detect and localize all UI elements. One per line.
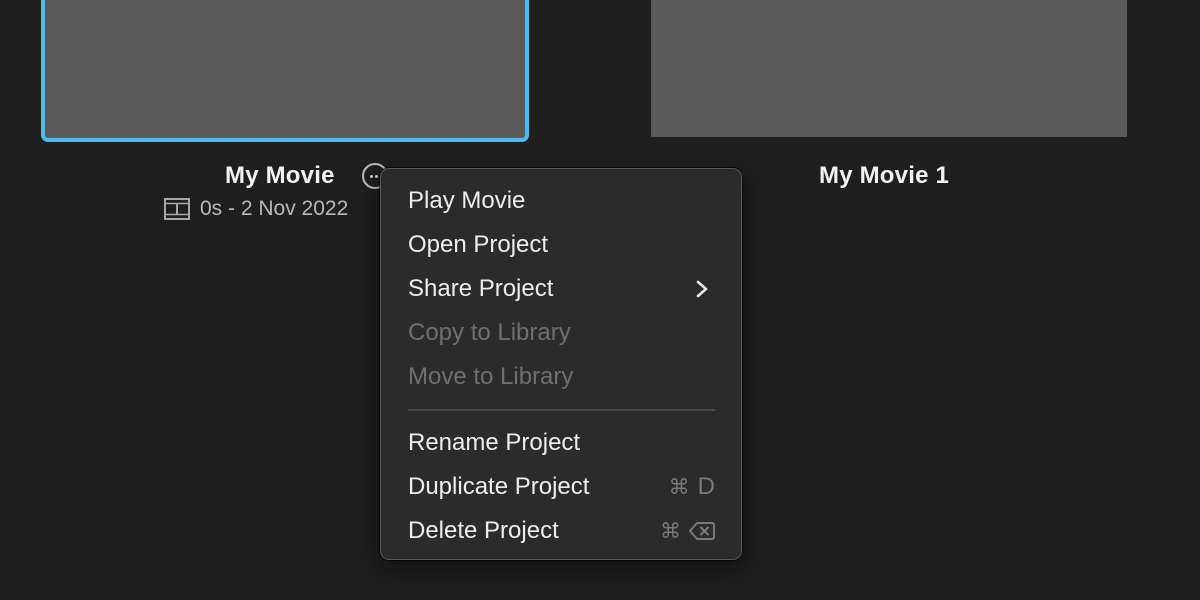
command-key-icon: ⌘	[668, 475, 690, 499]
projects-browser: My Movie 0s - 2 Nov 2022 My Movie 1 Play…	[0, 0, 1200, 600]
shortcut-key: D	[697, 473, 715, 500]
menu-item-label: Play Movie	[408, 187, 526, 214]
chevron-right-icon	[696, 280, 708, 298]
menu-item-label: Copy to Library	[408, 319, 571, 346]
menu-item-label: Duplicate Project	[408, 473, 590, 500]
film-strip-icon	[164, 198, 190, 220]
menu-item-label: Delete Project	[408, 517, 559, 544]
project-duration-date: 0s - 2 Nov 2022	[200, 197, 349, 220]
keyboard-shortcut: ⌘	[660, 509, 715, 553]
menu-item-share-project[interactable]: Share Project	[381, 267, 741, 311]
ellipsis-dot	[370, 175, 373, 178]
menu-item-label: Move to Library	[408, 363, 574, 390]
menu-item-copy-to-library: Copy to Library	[381, 311, 741, 355]
menu-item-move-to-library: Move to Library	[381, 355, 741, 399]
project-title[interactable]: My Movie	[225, 162, 335, 190]
menu-separator	[381, 399, 741, 421]
project-context-menu: Play Movie Open Project Share Project Co…	[380, 168, 742, 560]
command-key-icon: ⌘	[660, 519, 681, 543]
menu-item-label: Open Project	[408, 231, 549, 258]
delete-key-icon	[689, 522, 715, 540]
project-title[interactable]: My Movie 1	[819, 162, 949, 190]
menu-item-open-project[interactable]: Open Project	[381, 223, 741, 267]
separator-line	[408, 409, 715, 411]
project-thumbnail-my-movie[interactable]	[41, 0, 529, 142]
menu-item-delete-project[interactable]: Delete Project ⌘	[381, 509, 741, 553]
menu-item-rename-project[interactable]: Rename Project	[381, 421, 741, 465]
menu-item-label: Rename Project	[408, 429, 581, 456]
ellipsis-dot	[375, 175, 378, 178]
menu-item-label: Share Project	[408, 275, 554, 302]
project-meta: 0s - 2 Nov 2022	[164, 197, 348, 221]
project-thumbnail-my-movie-1[interactable]	[651, 0, 1127, 137]
menu-item-play-movie[interactable]: Play Movie	[381, 179, 741, 223]
menu-item-duplicate-project[interactable]: Duplicate Project ⌘ D	[381, 465, 741, 509]
keyboard-shortcut: ⌘ D	[669, 465, 715, 509]
